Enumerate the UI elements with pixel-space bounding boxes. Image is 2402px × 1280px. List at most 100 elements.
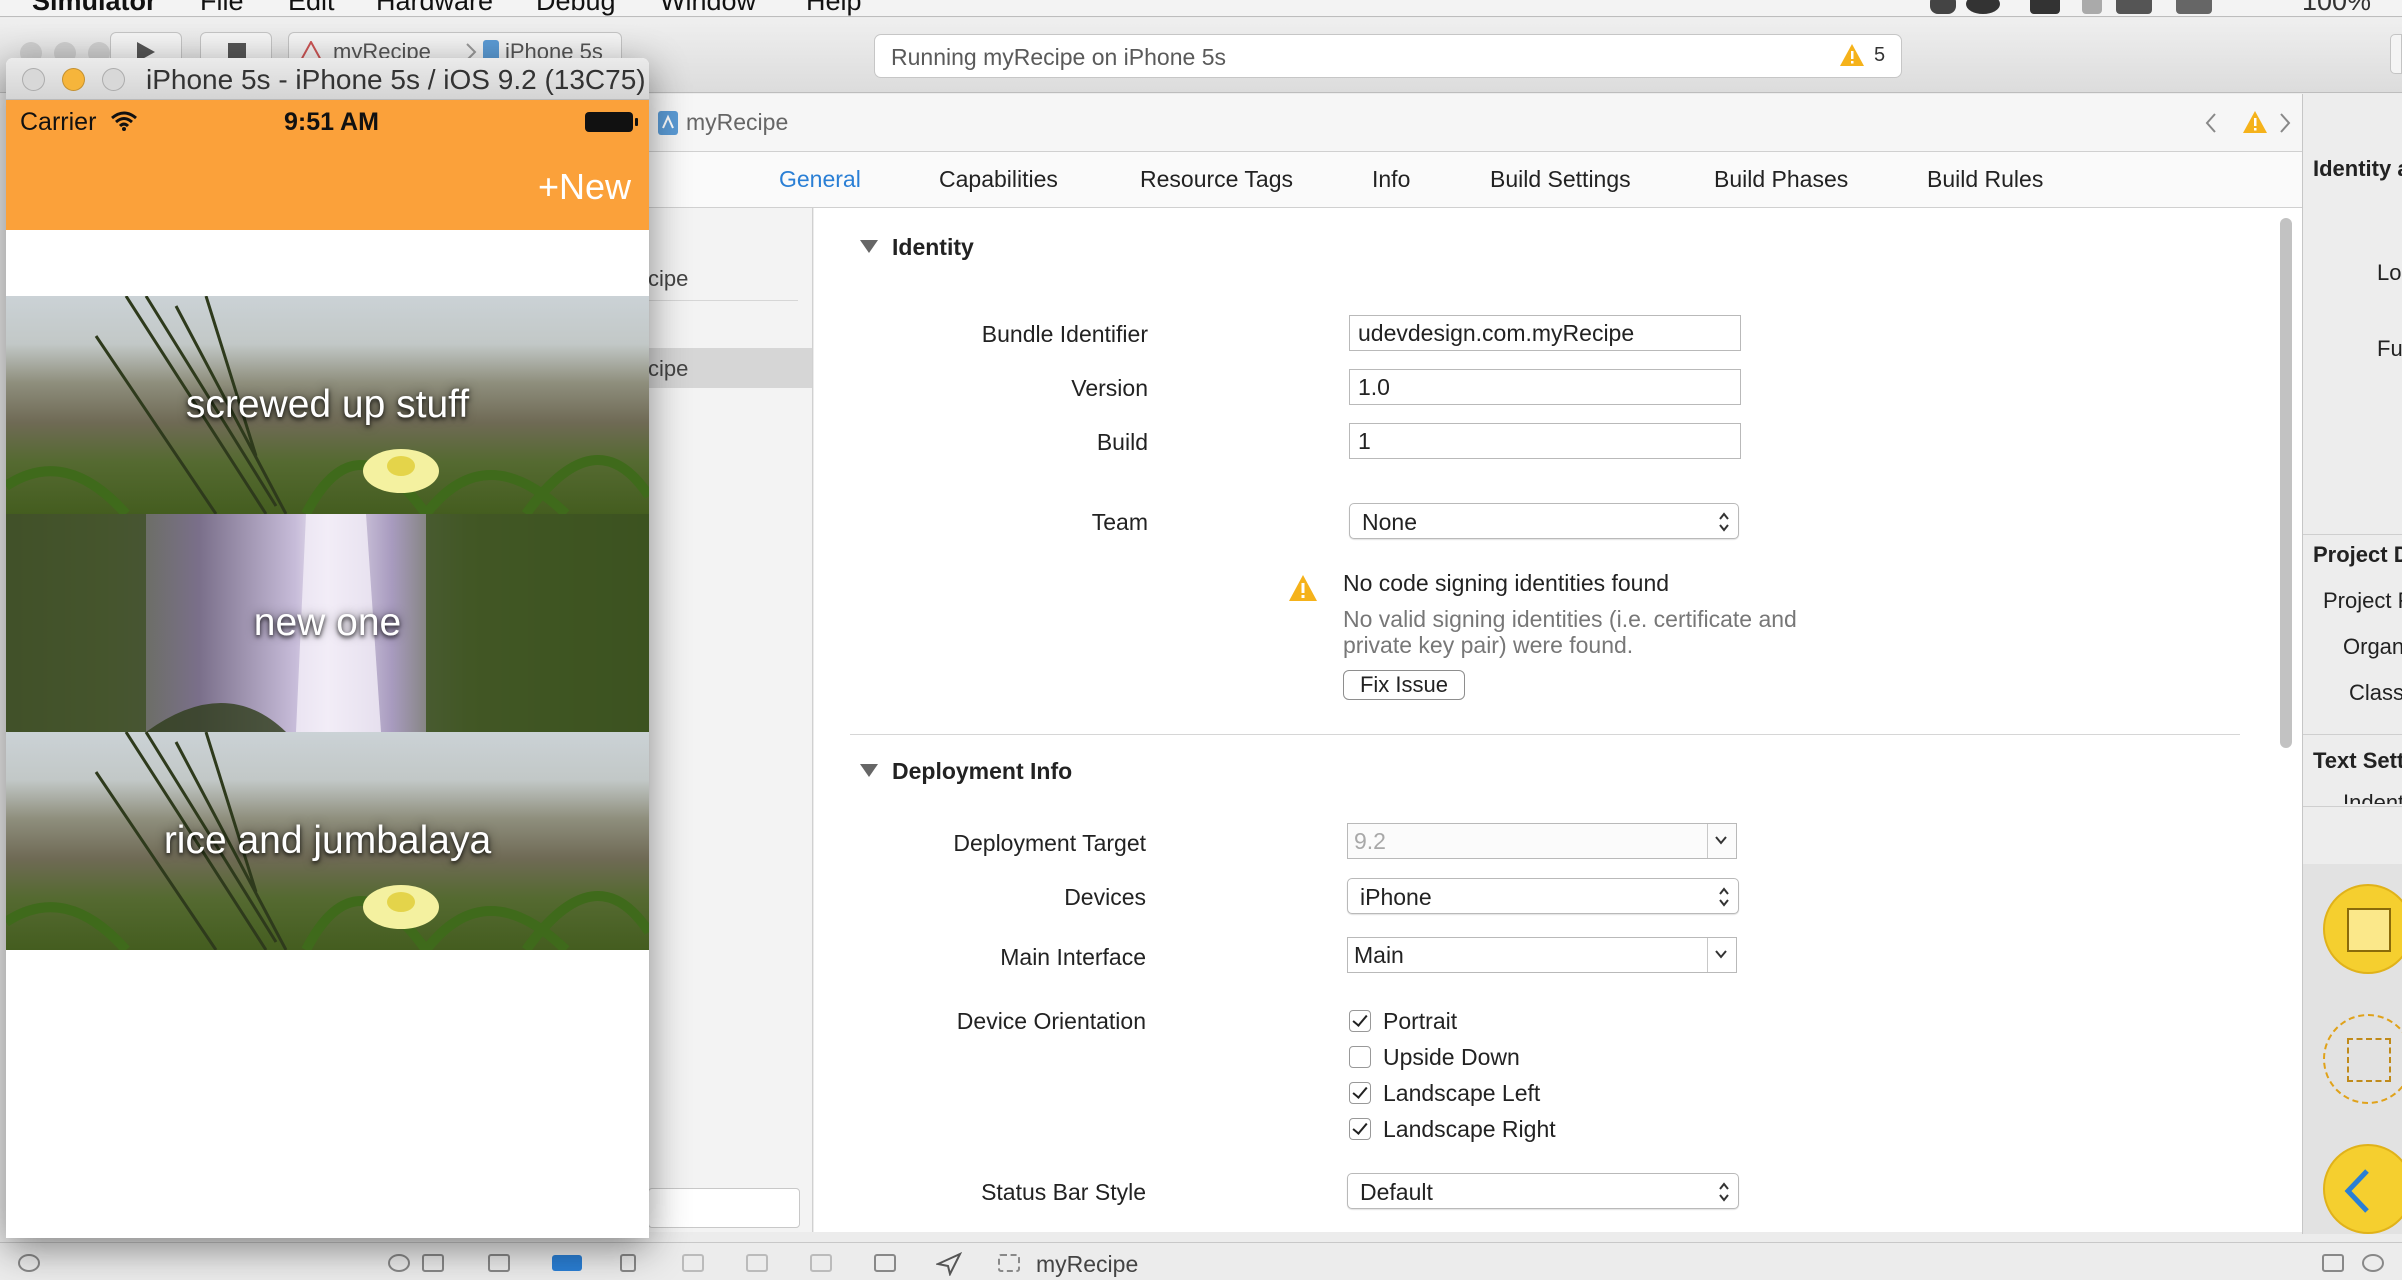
filter-icon[interactable]: [18, 1254, 40, 1272]
bundle-identifier-field[interactable]: udevdesign.com.myRecipe: [1349, 315, 1741, 351]
chevron-left-icon[interactable]: [2204, 112, 2218, 134]
status-bar-style-value: Default: [1360, 1179, 1433, 1205]
version-field[interactable]: 1.0: [1349, 369, 1741, 405]
new-recipe-button[interactable]: +New: [538, 166, 631, 208]
navigation-controller-icon[interactable]: [2323, 1144, 2402, 1234]
inspector-divider: [2303, 734, 2402, 735]
fix-issue-button[interactable]: Fix Issue: [1343, 670, 1465, 700]
recipe-title: new one: [253, 601, 402, 644]
devices-popup[interactable]: iPhone: [1347, 878, 1739, 914]
debug-bar: myRecipe: [0, 1242, 2402, 1280]
target-filter-field[interactable]: [648, 1188, 800, 1228]
tab-build-settings[interactable]: Build Settings: [1490, 166, 1631, 193]
target-list-label: cipe: [648, 356, 689, 381]
menu-app-simulator[interactable]: Simulator: [32, 0, 157, 16]
deployment-info-header: Deployment Info: [892, 758, 1073, 784]
menu-hardware[interactable]: Hardware: [376, 0, 493, 16]
minimize-icon[interactable]: [62, 68, 85, 91]
editor-mode-button[interactable]: [2390, 34, 2402, 74]
chevron-right-icon[interactable]: [2278, 112, 2292, 134]
view-controller-icon[interactable]: [2323, 884, 2402, 974]
battery-percent[interactable]: 100%: [2302, 0, 2371, 16]
simulator-titlebar[interactable]: iPhone 5s - iPhone 5s / iOS 9.2 (13C75): [6, 58, 649, 100]
zoom-icon[interactable]: [102, 68, 125, 91]
tab-build-phases[interactable]: Build Phases: [1714, 166, 1848, 193]
jump-project-name[interactable]: myRecipe: [686, 109, 788, 136]
chevron-down-icon: [1715, 836, 1727, 845]
circle-icon[interactable]: [2362, 1254, 2384, 1272]
object-library: [2303, 864, 2402, 1234]
battery-icon: [585, 112, 638, 132]
pause-icon[interactable]: [620, 1254, 636, 1272]
disclosure-triangle-icon[interactable]: [860, 240, 878, 253]
dropbox-icon[interactable]: [1930, 0, 1956, 14]
volume-icon[interactable]: [2176, 0, 2212, 14]
landscape-right-checkbox[interactable]: [1349, 1118, 1371, 1140]
disclosure-triangle-icon[interactable]: [860, 764, 878, 777]
close-icon[interactable]: [22, 68, 45, 91]
menu-edit[interactable]: Edit: [288, 0, 335, 16]
screen: { "menubar": { "app_name": "Simulator", …: [0, 0, 2402, 1280]
deployment-target-combo[interactable]: 9.2: [1347, 823, 1737, 859]
landscape-left-checkbox[interactable]: [1349, 1082, 1371, 1104]
tab-build-rules[interactable]: Build Rules: [1927, 166, 2043, 193]
bundle-identifier-label: Bundle Identifier: [981, 321, 1148, 347]
identity-header: Identity: [892, 234, 974, 260]
inspector-class-row: Class: [2349, 680, 2402, 705]
recipe-cell[interactable]: screwed up stuff: [6, 296, 649, 514]
inspector-indent-row: Indent: [2343, 794, 2402, 804]
view-debugger-icon[interactable]: [874, 1254, 896, 1272]
warning-icon[interactable]: [1839, 43, 1865, 67]
tab-general[interactable]: General: [779, 166, 861, 193]
target-list-item[interactable]: cipe: [648, 348, 812, 388]
app-menu-icon[interactable]: [2030, 0, 2060, 14]
build-field[interactable]: 1: [1349, 423, 1741, 459]
simulator-title: iPhone 5s - iPhone 5s / iOS 9.2 (13C75): [146, 64, 646, 95]
grid-icon[interactable]: [2322, 1254, 2344, 1272]
main-interface-combo[interactable]: Main: [1347, 937, 1737, 973]
upside-down-checkbox[interactable]: [1349, 1046, 1371, 1068]
cloud-icon[interactable]: [1966, 0, 2000, 14]
breakpoints-icon[interactable]: [552, 1255, 582, 1271]
step-out-icon[interactable]: [810, 1254, 832, 1272]
wifi-icon: [111, 111, 137, 131]
tab-info[interactable]: Info: [1372, 166, 1410, 193]
recipe-table: screwed up stuff new one rice and jumbal…: [6, 230, 649, 1238]
status-bar-style-popup[interactable]: Default: [1347, 1173, 1739, 1209]
wifi-icon[interactable]: [2116, 0, 2152, 14]
recipe-cell[interactable]: new one: [6, 514, 649, 732]
target-list-label: cipe: [648, 266, 689, 291]
recipe-cell[interactable]: rice and jumbalaya: [6, 732, 649, 950]
upside-down-label: Upside Down: [1383, 1044, 1520, 1070]
hide-debug-icon[interactable]: [488, 1254, 510, 1272]
team-popup[interactable]: None: [1349, 503, 1739, 539]
portrait-checkbox[interactable]: [1349, 1010, 1371, 1032]
jump-warning-icon[interactable]: [2242, 110, 2268, 134]
version-label: Version: [1071, 375, 1148, 401]
deployment-target-value: 9.2: [1354, 828, 1386, 854]
app-target-icon[interactable]: [998, 1254, 1020, 1272]
menu-file[interactable]: File: [200, 0, 244, 16]
inspector-project-row: Project F: [2323, 588, 2402, 613]
menu-debug[interactable]: Debug: [536, 0, 616, 16]
step-over-icon[interactable]: [682, 1254, 704, 1272]
storyboard-reference-icon[interactable]: [2323, 1014, 2402, 1104]
warning-count[interactable]: 5: [1874, 44, 1885, 67]
updown-arrows-icon: [1719, 512, 1729, 532]
menu-window[interactable]: Window: [660, 0, 756, 16]
activity-status: Running myRecipe on iPhone 5s: [891, 44, 1226, 70]
debug-app-name[interactable]: myRecipe: [1036, 1251, 1138, 1278]
bluetooth-icon[interactable]: [2082, 0, 2102, 14]
vc-square-icon: [2347, 908, 2391, 952]
menu-help[interactable]: Help: [806, 0, 862, 16]
clock-icon[interactable]: [388, 1254, 410, 1272]
scm-icon[interactable]: [422, 1254, 444, 1272]
signing-warning-title: No code signing identities found: [1343, 570, 1670, 596]
ios-status-bar: Carrier 9:51 AM: [6, 104, 649, 140]
location-arrow-icon[interactable]: [936, 1252, 962, 1276]
step-in-icon[interactable]: [746, 1254, 768, 1272]
tab-capabilities[interactable]: Capabilities: [939, 166, 1058, 193]
target-list-item[interactable]: cipe: [648, 258, 812, 298]
settings-scrollbar[interactable]: [2280, 218, 2292, 748]
tab-resource-tags[interactable]: Resource Tags: [1140, 166, 1293, 193]
